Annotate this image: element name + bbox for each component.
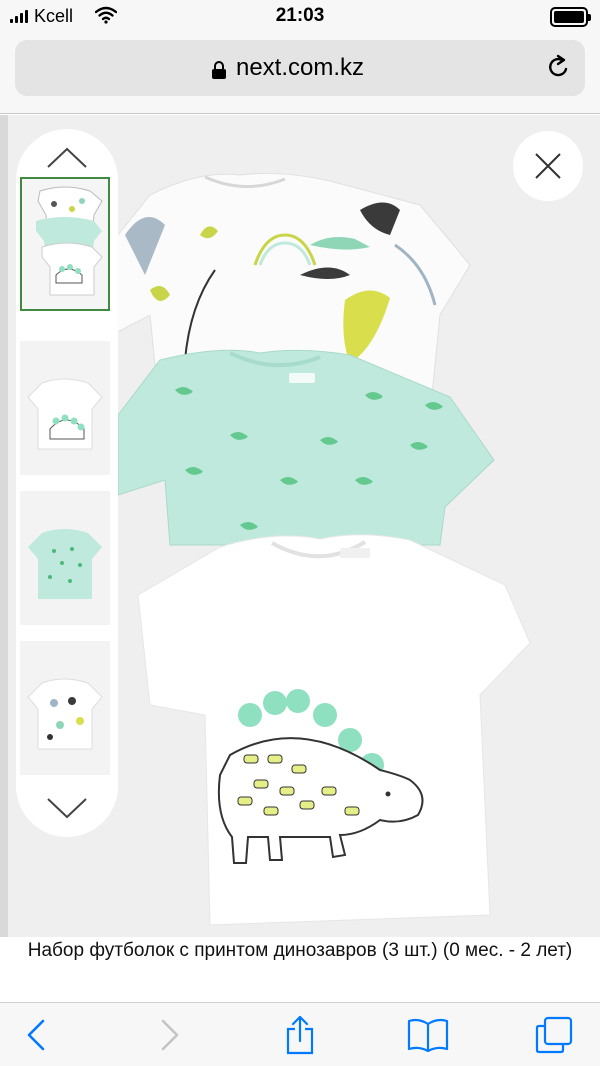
book-icon (407, 1018, 449, 1052)
thumbnail-image (27, 678, 103, 750)
browser-toolbar (0, 1002, 600, 1066)
battery-icon (550, 7, 591, 27)
chevron-right-icon (161, 1019, 179, 1051)
tabs-button[interactable] (534, 1015, 574, 1055)
chevron-left-icon (27, 1019, 45, 1051)
thumbnail-gallery (16, 129, 118, 837)
share-icon (286, 1015, 314, 1055)
thumbnail-image (28, 529, 102, 599)
product-image-viewer (0, 115, 600, 937)
thumbnail-image (27, 378, 103, 450)
thumbnail-2[interactable] (20, 341, 110, 475)
thumbnail-scroll-up-button[interactable] (16, 135, 118, 181)
bookmarks-button[interactable] (405, 1015, 451, 1055)
share-button[interactable] (280, 1015, 320, 1055)
tabs-icon (535, 1016, 573, 1054)
reload-icon[interactable] (545, 54, 571, 82)
thumbnail-3[interactable] (20, 491, 110, 625)
thumbnail-4[interactable] (20, 641, 110, 775)
thumbnail-scroll-down-button[interactable] (16, 785, 118, 831)
clock: 21:03 (275, 5, 325, 26)
close-button[interactable] (513, 131, 583, 201)
tshirt-mint-image (117, 349, 495, 546)
chevron-up-icon (47, 147, 87, 168)
thumbnail-1[interactable] (20, 177, 110, 311)
address-bar[interactable]: next.com.kz (15, 40, 585, 96)
close-icon (535, 153, 561, 179)
product-title: Набор футболок с принтом динозавров (3 ш… (27, 940, 573, 961)
tshirt-white-stegosaurus-image (137, 534, 531, 926)
forward-button[interactable] (150, 1015, 190, 1055)
status-bar: Kcell 21:03 (0, 0, 600, 36)
chevron-down-icon (47, 798, 87, 819)
back-button[interactable] (16, 1015, 56, 1055)
thumbnail-image (36, 186, 103, 296)
address-bar-area: next.com.kz (0, 36, 600, 114)
url-text: next.com.kz (235, 54, 365, 81)
